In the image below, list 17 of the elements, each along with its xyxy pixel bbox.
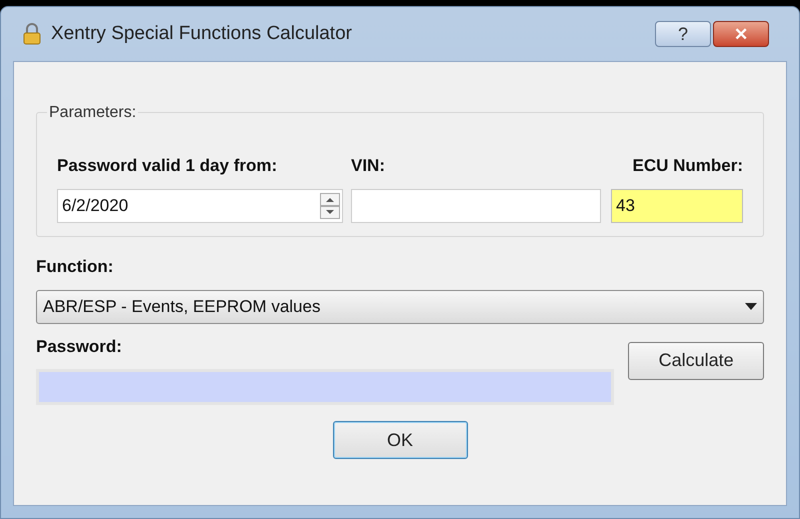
function-dropdown[interactable]: ABR/ESP - Events, EEPROM values xyxy=(36,290,764,324)
ecu-number-field[interactable]: 43 xyxy=(611,188,743,222)
lock-icon xyxy=(23,23,41,45)
password-field[interactable] xyxy=(36,369,614,405)
field-label: VIN: xyxy=(351,155,386,177)
vin-field[interactable] xyxy=(351,188,601,222)
dropdown-arrow-icon xyxy=(745,302,757,310)
password-label: Password: xyxy=(36,336,123,358)
calculate-button[interactable]: Calculate xyxy=(628,342,764,380)
date-field[interactable]: 6/2/2020 xyxy=(57,188,343,222)
window-title: Xentry Special Functions Calculator xyxy=(51,22,353,46)
function-label: Function: xyxy=(36,256,114,278)
field-label: Password valid 1 day from: xyxy=(57,155,278,177)
help-button[interactable]: ? xyxy=(655,21,711,47)
ok-button[interactable]: OK xyxy=(332,421,468,459)
field-label: ECU Number: xyxy=(632,155,743,177)
spinner-icon[interactable] xyxy=(320,192,340,218)
